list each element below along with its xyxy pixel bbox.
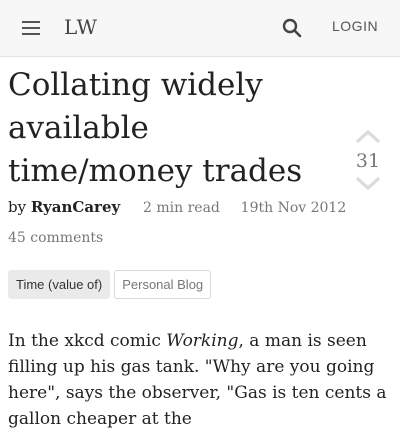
tag-time-value-of[interactable]: Time (value of) [8,270,111,299]
post-body: In the xkcd comic Working, a man is seen… [8,328,392,432]
post-date: 19th Nov 2012 [240,200,347,216]
body-text-start: In the xkcd comic [8,331,167,351]
vote-score: 31 [355,150,381,172]
site-logo[interactable]: LW [64,15,98,39]
menu-icon[interactable] [20,18,42,38]
post-meta: by RyanCarey 2 min read 19th Nov 2012 [8,198,388,216]
login-button[interactable]: LOGIN [332,18,378,34]
chevron-down-icon[interactable] [350,176,386,196]
top-app-bar: LW LOGIN [0,0,400,57]
author-link[interactable]: RyanCarey [31,198,120,216]
vote-widget: 31 [350,128,386,196]
chevron-up-icon[interactable] [350,128,386,148]
tag-personal-blog[interactable]: Personal Blog [114,270,212,299]
search-icon[interactable] [280,16,304,40]
post-title: Collating widely available time/money tr… [8,67,303,189]
tag-list: Time (value of) Personal Blog [8,270,212,299]
comic-title: Working [166,331,239,351]
comments-link[interactable]: 45 comments [8,230,103,246]
by-label: by [8,198,27,216]
read-time: 2 min read [143,200,220,216]
